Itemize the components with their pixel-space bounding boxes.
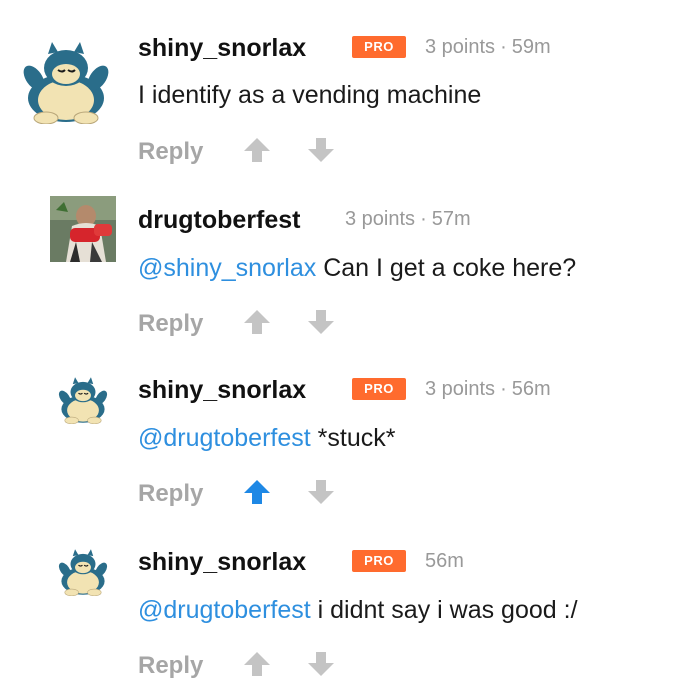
meta-separator: · xyxy=(500,36,507,58)
snorlax-avatar[interactable] xyxy=(58,548,108,596)
downvote-arrow-icon[interactable] xyxy=(307,651,335,677)
timestamp: 56m xyxy=(425,550,464,572)
comment-4: shiny_snorlax PRO 56m @drugtoberfest i d… xyxy=(0,522,700,700)
pro-badge: PRO xyxy=(352,378,406,400)
points-count: 3 points xyxy=(425,36,496,58)
timestamp: 56m xyxy=(511,378,551,400)
upvote-arrow-icon[interactable] xyxy=(243,479,271,505)
upvote-arrow-icon[interactable] xyxy=(243,137,271,163)
timestamp: 57m xyxy=(431,208,471,230)
comment-text: I identify as a vending machine xyxy=(138,81,481,110)
reply-button[interactable]: Reply xyxy=(138,480,203,508)
snorlax-avatar[interactable] xyxy=(22,40,110,124)
mention-link[interactable]: @drugtoberfest xyxy=(138,596,311,624)
upvote-arrow-icon[interactable] xyxy=(243,309,271,335)
downvote-arrow-icon[interactable] xyxy=(307,309,335,335)
pro-badge: PRO xyxy=(352,36,406,58)
snorlax-avatar[interactable] xyxy=(58,376,108,424)
meta-separator: · xyxy=(500,378,507,400)
comment-author[interactable]: shiny_snorlax xyxy=(138,376,306,405)
timestamp: 59m xyxy=(511,36,551,58)
mention-link[interactable]: @drugtoberfest xyxy=(138,424,311,452)
mention-link[interactable]: @shiny_snorlax xyxy=(138,254,316,282)
user-avatar[interactable] xyxy=(50,196,116,262)
reply-button[interactable]: Reply xyxy=(138,652,203,680)
pro-badge: PRO xyxy=(352,550,406,572)
comment-body: *stuck* xyxy=(310,424,396,452)
meta-separator: · xyxy=(420,208,427,230)
comment-author[interactable]: shiny_snorlax xyxy=(138,34,306,63)
comment-body: I identify as a vending machine xyxy=(138,81,482,109)
comment-2: drugtoberfest 3 points · 57m @shiny_snorla… xyxy=(0,180,700,350)
comment-text: @shiny_snorlax Can I get a coke here? xyxy=(138,254,576,283)
comment-meta: 3 points · 56m xyxy=(425,378,551,401)
comment-author[interactable]: shiny_snorlax xyxy=(138,548,306,577)
comment-body: i didnt say i was good :/ xyxy=(310,596,578,624)
points-count: 3 points xyxy=(425,378,496,400)
comment-author[interactable]: drugtoberfest xyxy=(138,206,301,235)
comment-text: @drugtoberfest i didnt say i was good :/ xyxy=(138,596,578,625)
comment-1: shiny_snorlax PRO 3 points · 59m I identif… xyxy=(0,0,700,180)
comment-meta: 56m xyxy=(425,550,464,573)
comment-body: Can I get a coke here? xyxy=(316,254,577,282)
comment-3: shiny_snorlax PRO 3 points · 56m @drugtobe… xyxy=(0,350,700,522)
points-count: 3 points xyxy=(345,208,416,230)
downvote-arrow-icon[interactable] xyxy=(307,137,335,163)
comment-meta: 3 points · 59m xyxy=(425,36,551,59)
upvote-arrow-icon[interactable] xyxy=(243,651,271,677)
downvote-arrow-icon[interactable] xyxy=(307,479,335,505)
comment-text: @drugtoberfest *stuck* xyxy=(138,424,395,453)
reply-button[interactable]: Reply xyxy=(138,138,203,166)
reply-button[interactable]: Reply xyxy=(138,310,203,338)
comment-meta: 3 points · 57m xyxy=(345,208,471,231)
